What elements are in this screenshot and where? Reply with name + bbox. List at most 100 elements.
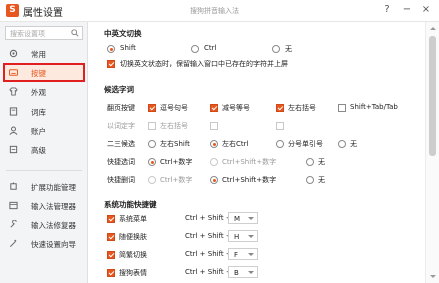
checkbox-label: 左右括号 (160, 122, 188, 130)
keyboard-icon (9, 69, 18, 76)
settings-content: 中英文切换 Shift Ctrl 无 切换英文状态时，保留输入窗口中已存在的字符… (89, 22, 425, 283)
window-title: 属性设置 (23, 8, 63, 19)
search-input[interactable]: 搜索设置项 (5, 26, 83, 40)
hotkey-label: 搜狗表情 (119, 269, 147, 277)
hotkey-label: 简繁切换 (119, 251, 147, 259)
sidebar-item-ime-manager[interactable]: 输入法管理器 (3, 196, 85, 215)
hotkey-key-select[interactable]: H (228, 230, 258, 242)
sidebar-item-setup-wizard[interactable]: 快速设置向导 (3, 234, 85, 253)
sidebar-item-label: 按键 (31, 69, 46, 78)
sidebar-item-advanced[interactable]: 高级 (3, 140, 85, 159)
hotkey-key-select[interactable]: F (228, 248, 258, 260)
scroll-down-arrow-icon[interactable] (430, 275, 436, 278)
radio-label: Ctrl+Shift+数字 (222, 158, 277, 166)
hotkey-key-value: H (234, 232, 240, 241)
sidebar-item-ime-repair[interactable]: 输入法修复器 (3, 215, 85, 234)
hotkey-key-select[interactable]: M (228, 212, 258, 224)
hotkey-system-menu-checkbox[interactable] (107, 215, 115, 223)
radio-label: Ctrl+数字 (160, 176, 193, 184)
keep-chars-checkbox[interactable] (107, 60, 115, 68)
radio-label: Ctrl+Shift+数字 (222, 176, 277, 184)
radio-quick-delete-ctrl-shift-num[interactable] (210, 176, 218, 184)
help-button[interactable]: ? (380, 3, 394, 17)
radio-label: Ctrl+数字 (160, 158, 193, 166)
gear-icon (9, 49, 18, 58)
repair-icon (10, 220, 17, 228)
sidebar-item-label: 高级 (31, 146, 46, 155)
sidebar-item-label: 词库 (31, 108, 46, 117)
page-key-shift-tab-checkbox[interactable] (338, 104, 346, 112)
checkbox-label: 左右括号 (288, 104, 316, 112)
page-key-brackets-checkbox[interactable] (276, 104, 284, 112)
hotkey-combo: Ctrl + Shift + (185, 268, 232, 276)
checkbox-label: 逗号句号 (160, 104, 188, 112)
radio-switch-shift[interactable] (107, 45, 115, 53)
radio-quick-select-ctrl-num[interactable] (148, 158, 156, 166)
hotkey-random-skin-checkbox[interactable] (107, 233, 115, 241)
radio-second-left-right-ctrl[interactable] (210, 140, 218, 148)
row-label-page-keys: 翻页按键 (107, 104, 135, 112)
radio-label: 无 (285, 45, 292, 53)
word-char-option-2-checkbox[interactable] (210, 122, 218, 130)
user-icon (9, 126, 18, 135)
section-title-hotkeys: 系统功能快捷键 (104, 200, 157, 209)
minimize-button[interactable]: − (400, 3, 414, 17)
hotkey-emoji-checkbox[interactable] (107, 269, 115, 277)
scrollbar-thumb[interactable] (429, 36, 436, 156)
hotkey-combo: Ctrl + Shift + (185, 214, 232, 222)
close-button[interactable]: × (419, 3, 433, 17)
radio-label: 无 (318, 158, 325, 166)
radio-quick-select-ctrl-shift-num[interactable] (210, 158, 218, 166)
section-title-cn-en: 中英文切换 (104, 29, 142, 38)
chevron-down-icon (248, 217, 254, 220)
row-label-second-third: 二三候选 (107, 140, 135, 148)
sidebar-item-extensions[interactable]: 扩展功能管理 (3, 177, 85, 196)
sidebar-item-label: 常用 (31, 50, 46, 59)
radio-switch-ctrl[interactable] (191, 45, 199, 53)
sidebar-item-label: 账户 (31, 127, 46, 136)
chevron-down-icon (248, 253, 254, 256)
radio-switch-none[interactable] (272, 45, 280, 53)
radio-second-left-right-shift[interactable] (148, 140, 156, 148)
search-icon[interactable] (71, 29, 79, 37)
row-label-quick-select: 快捷选词 (107, 158, 135, 166)
row-label-quick-delete: 快捷删词 (107, 176, 135, 184)
sogou-logo-icon: S (6, 4, 19, 17)
radio-label: 左右Shift (160, 140, 190, 148)
radio-quick-delete-ctrl-num[interactable] (148, 176, 156, 184)
extension-icon (10, 182, 17, 190)
sidebar-divider (6, 170, 82, 171)
radio-second-semicolon-quote[interactable] (276, 140, 284, 148)
hotkey-label: 系统菜单 (119, 215, 147, 223)
sidebar-item-appearance[interactable]: 外观 (3, 82, 85, 101)
manager-icon (9, 201, 18, 210)
radio-second-none[interactable] (338, 140, 346, 148)
sidebar-item-lexicon[interactable]: 词库 (3, 102, 85, 121)
word-char-option-3-checkbox[interactable] (276, 122, 284, 130)
hotkey-simp-trad-checkbox[interactable] (107, 251, 115, 259)
scroll-up-arrow-icon[interactable] (430, 27, 436, 30)
sidebar-item-keys[interactable]: 按键 (3, 63, 85, 82)
search-placeholder: 搜索设置项 (10, 30, 45, 38)
hotkey-key-value: M (234, 214, 241, 223)
radio-quick-select-none[interactable] (306, 158, 314, 166)
sidebar-item-common[interactable]: 常用 (3, 44, 85, 63)
shirt-icon (9, 87, 18, 96)
hotkey-key-select[interactable]: B (228, 266, 258, 278)
window-subtitle: 搜狗拼音输入法 (190, 7, 239, 15)
scrollbar[interactable] (425, 22, 439, 283)
page-key-comma-period-checkbox[interactable] (148, 104, 156, 112)
wizard-icon (9, 239, 17, 248)
hotkey-combo: Ctrl + Shift + (185, 250, 232, 258)
sidebar-item-label: 输入法管理器 (31, 202, 76, 211)
hotkey-key-value: F (234, 250, 239, 259)
sidebar-item-label: 外观 (31, 88, 46, 97)
keep-chars-label: 切换英文状态时，保留输入窗口中已存在的字符并上屏 (120, 60, 288, 68)
sidebar-item-label: 输入法修复器 (31, 221, 76, 230)
radio-quick-delete-none[interactable] (306, 176, 314, 184)
sidebar-item-account[interactable]: 账户 (3, 121, 85, 140)
radio-label: Shift (120, 44, 136, 52)
word-char-brackets-checkbox[interactable] (148, 122, 156, 130)
page-key-minus-equal-checkbox[interactable] (210, 104, 218, 112)
hotkey-label: 随便换肤 (119, 233, 147, 241)
